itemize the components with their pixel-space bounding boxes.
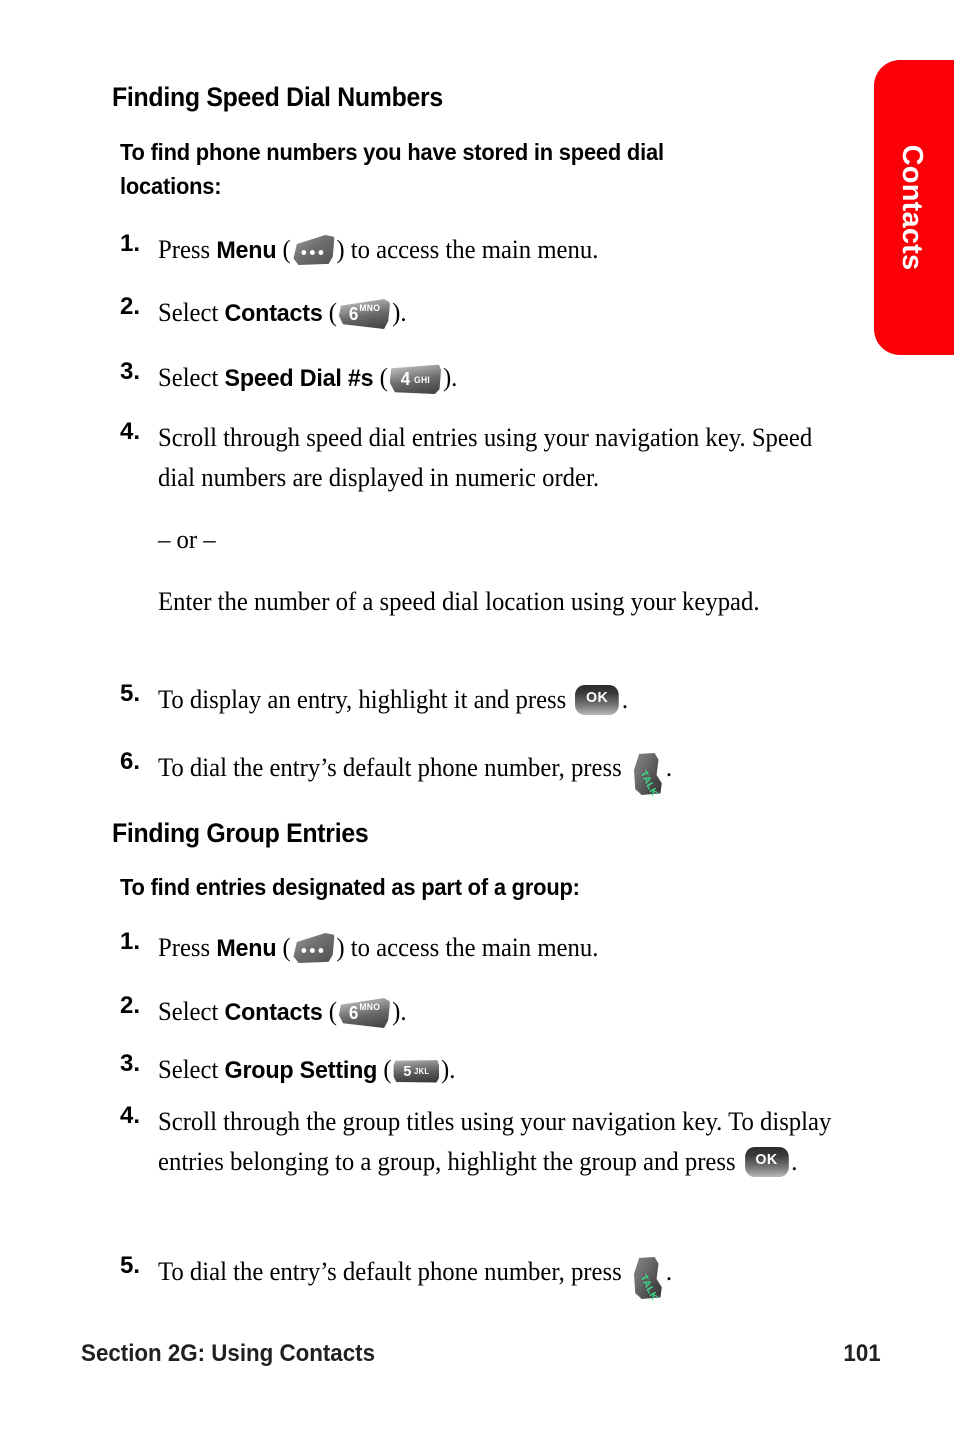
list-item: 2. Select Contacts (6 MNO). <box>100 293 860 334</box>
list-item: 4. Scroll through the group titles using… <box>100 1102 890 1182</box>
step-text: Select Contacts (6 MNO). <box>158 992 844 1033</box>
list-item: 4. Scroll through speed dial entries usi… <box>100 418 880 622</box>
footer-section-label: Section 2G: Using Contacts <box>81 1340 375 1367</box>
step-text-mid: ( <box>322 298 338 327</box>
ui-label-group-setting: Group Setting <box>224 1057 378 1084</box>
list-item: 5. To dial the entry’s default phone num… <box>100 1252 900 1303</box>
key-5-jkl-icon: 5 JKL <box>393 1058 440 1084</box>
step-text: Press Menu ( ) to access the main menu. <box>158 230 825 271</box>
key-talk-icon: TALK <box>631 753 663 799</box>
step-text-post: ). <box>392 997 407 1026</box>
step-text-pre: Select <box>158 363 225 392</box>
list-item: 6. To dial the entry’s default phone num… <box>100 748 900 799</box>
step-number: 4. <box>119 1102 140 1129</box>
side-tab-label: Contacts <box>896 144 928 271</box>
step-text: Scroll through the group titles using yo… <box>158 1102 853 1182</box>
step-text-pre: To dial the entry’s default phone number… <box>158 1257 628 1286</box>
section-intro-speed-dial: To find phone numbers you have stored in… <box>120 139 664 199</box>
step-number: 3. <box>119 1050 140 1077</box>
step-text: Scroll through speed dial entries using … <box>158 418 844 622</box>
key-6-mno-icon: 6 MNO <box>338 299 391 330</box>
footer-page-number: 101 <box>843 1340 881 1367</box>
step-text-post: ). <box>442 363 458 392</box>
step-alternative-text: Enter the number of a speed dial locatio… <box>158 587 760 616</box>
list-item: 5. To display an entry, highlight it and… <box>100 680 880 720</box>
step-text-post: ). <box>392 298 407 327</box>
ui-label-menu: Menu <box>216 237 277 264</box>
key-6-mno-icon: 6 MNO <box>338 998 391 1029</box>
list-item: 1. Press Menu ( ) to access the main menu… <box>100 230 860 271</box>
step-text-pre: Press <box>158 933 217 962</box>
section-heading-group-entries: Finding Group Entries <box>112 818 369 848</box>
step-number: 2. <box>119 992 140 1019</box>
page-footer: Section 2G: Using Contacts 101 <box>70 1340 882 1368</box>
key-talk-icon: TALK <box>631 1257 663 1303</box>
step-text-pre: Select <box>158 1055 225 1084</box>
side-tab-contacts: Contacts <box>874 60 954 355</box>
section-heading-speed-dial: Finding Speed Dial Numbers <box>112 82 443 112</box>
ui-label-speed-dial-numbers: Speed Dial #s <box>224 365 374 392</box>
step-number: 3. <box>119 358 140 385</box>
ui-label-contacts: Contacts <box>224 300 323 327</box>
step-text-post: . <box>621 685 629 714</box>
step-alternative-separator: – or – <box>158 525 216 554</box>
step-text-pre: To display an entry, highlight it and pr… <box>158 685 573 714</box>
step-text-mid: ( <box>377 1055 392 1084</box>
list-item: 3. Select Speed Dial #s (4 GHI). <box>100 358 860 399</box>
step-number: 1. <box>119 230 140 257</box>
step-number: 2. <box>119 293 140 320</box>
step-text-post: ). <box>441 1055 456 1084</box>
step-text-pre: Scroll through speed dial entries using … <box>158 423 813 492</box>
key-4-ghi-icon: 4 GHI <box>389 364 442 395</box>
key-ok-icon: OK <box>744 1147 789 1178</box>
menu-softkey-icon <box>293 933 335 964</box>
step-text-pre: To dial the entry’s default phone number… <box>158 753 628 782</box>
step-text: To dial the entry’s default phone number… <box>158 748 863 799</box>
step-text-mid: ( <box>276 933 291 962</box>
step-text-pre: Select <box>158 997 225 1026</box>
step-text: Press Menu ( ) to access the main menu. <box>158 928 844 969</box>
list-item: 1. Press Menu ( ) to access the main menu… <box>100 928 880 969</box>
step-number: 5. <box>119 1252 140 1279</box>
step-number: 6. <box>119 748 140 775</box>
step-text: Select Group Setting (5 JKL). <box>158 1050 844 1091</box>
step-text-mid: ( <box>276 235 291 264</box>
step-text: Select Contacts (6 MNO). <box>158 293 825 334</box>
list-item: 2. Select Contacts (6 MNO). <box>100 992 880 1033</box>
step-text: Select Speed Dial #s (4 GHI). <box>158 358 825 399</box>
key-ok-icon: OK <box>575 685 620 716</box>
step-text-mid: ( <box>373 363 388 392</box>
step-text-pre: Select <box>158 298 225 327</box>
ui-label-contacts: Contacts <box>224 999 323 1026</box>
step-text-post: . <box>791 1147 798 1176</box>
step-number: 4. <box>119 418 140 445</box>
menu-softkey-icon <box>293 235 335 266</box>
step-text: To display an entry, highlight it and pr… <box>158 680 844 720</box>
step-text-post: ) to access the main menu. <box>336 235 599 264</box>
manual-page: Contacts Finding Speed Dial Numbers To f… <box>0 0 954 1431</box>
step-text-pre: Press <box>158 235 217 264</box>
section-intro-group-entries: To find entries designated as part of a … <box>120 874 580 900</box>
list-item: 3. Select Group Setting (5 JKL). <box>100 1050 880 1091</box>
step-number: 5. <box>119 680 140 707</box>
step-text: To dial the entry’s default phone number… <box>158 1252 863 1303</box>
ui-label-menu: Menu <box>216 935 277 962</box>
step-text-post: ) to access the main menu. <box>336 933 599 962</box>
step-text-pre: Scroll through the group titles using yo… <box>158 1107 832 1176</box>
step-text-mid: ( <box>322 997 338 1026</box>
step-number: 1. <box>119 928 140 955</box>
